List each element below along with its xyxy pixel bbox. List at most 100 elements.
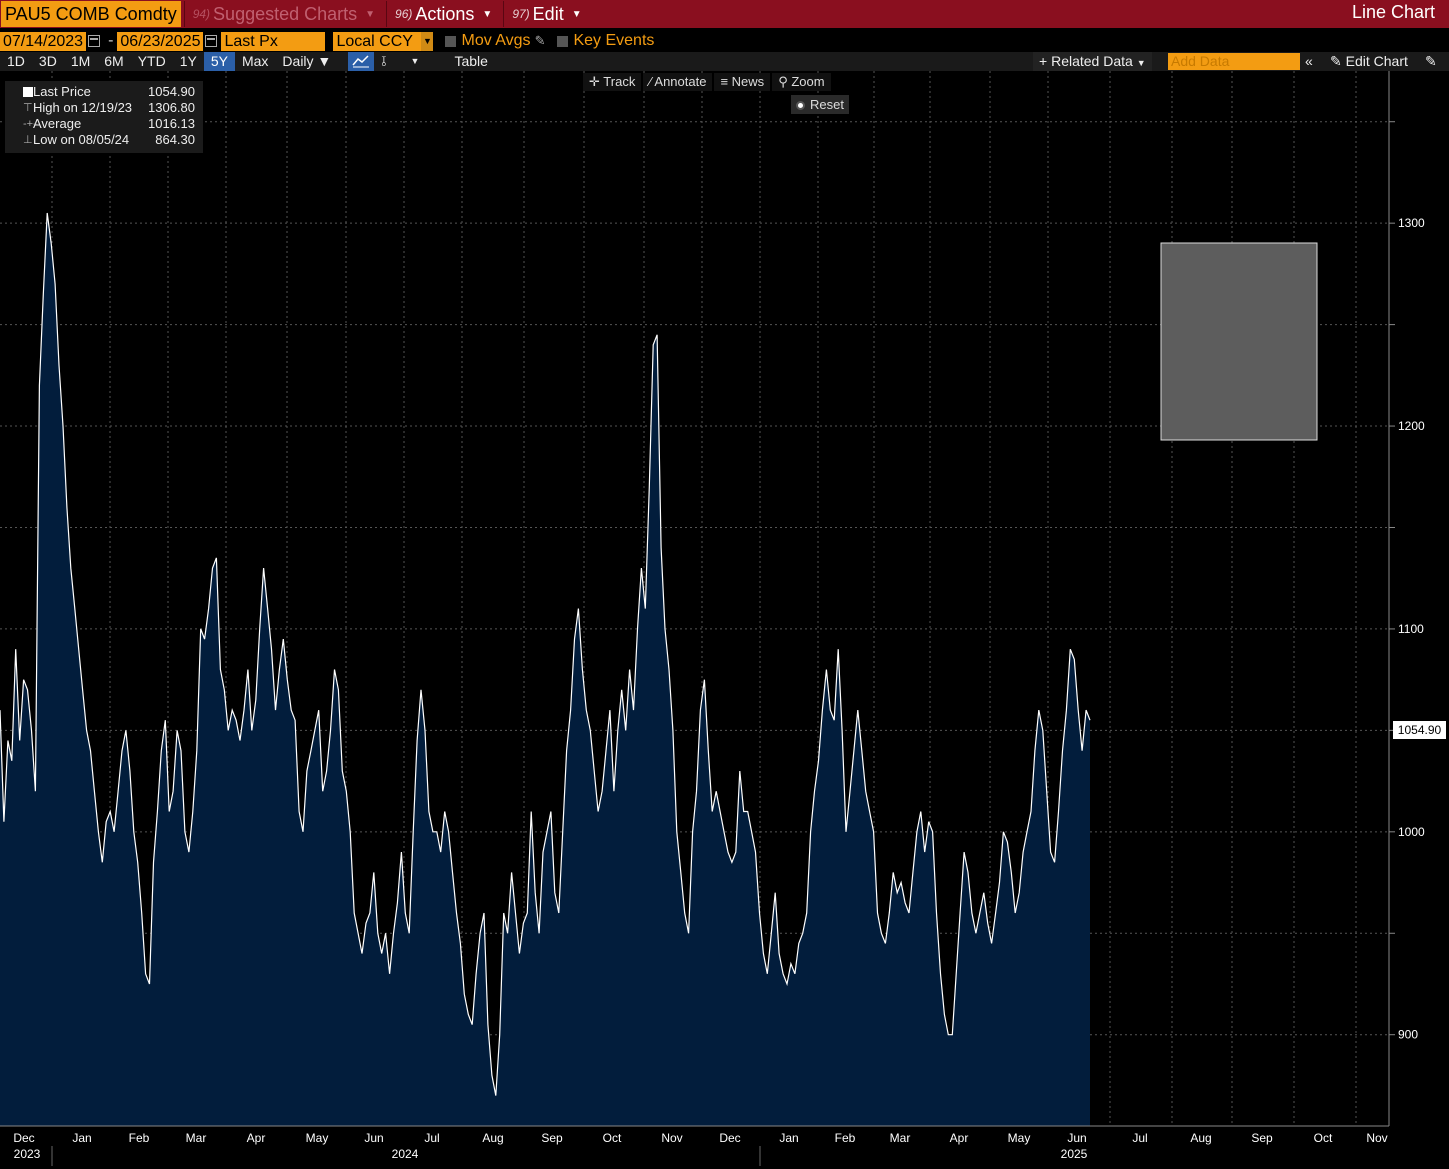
edit-button[interactable]: 97) Edit ▼: [503, 1, 589, 27]
bar-chart-type-icon[interactable]: ⫱: [374, 52, 393, 71]
chevron-down-icon: ▼: [571, 8, 582, 20]
x-month-label: Jun: [1067, 1131, 1086, 1145]
future-highlight-box: [1160, 242, 1318, 441]
calendar-icon[interactable]: [88, 35, 101, 47]
x-month-label: Oct: [603, 1131, 622, 1145]
x-year-label: 2023: [14, 1147, 41, 1161]
legend-row-high: ⊤ High on 12/19/23 1306.80: [5, 100, 203, 116]
view-title: Line Chart: [1351, 2, 1435, 22]
legend-last-value: 1054.90: [148, 84, 195, 99]
suggested-charts-button[interactable]: 94) Suggested Charts ▼: [183, 1, 383, 27]
news-button[interactable]: ≡ News: [714, 73, 771, 91]
x-month-label: Jan: [72, 1131, 91, 1145]
settings-bar: 07/14/2023 - 06/23/2025 Last Px Local CC…: [0, 31, 1449, 51]
currency-select[interactable]: Local CCY: [333, 31, 422, 51]
y-tick-label: 1000: [1398, 825, 1425, 839]
track-label: Track: [603, 74, 636, 89]
y-tick-label: 1100: [1398, 622, 1424, 636]
legend-avg-value: 1016.13: [148, 116, 195, 131]
range-button-ytd[interactable]: YTD: [131, 52, 173, 71]
x-month-label: Jan: [779, 1131, 798, 1145]
chevron-down-icon[interactable]: ▼: [421, 31, 434, 51]
frequency-label: Daily: [282, 53, 314, 69]
legend-low-label: Low on 08/05/24: [33, 132, 130, 147]
edit-chart-button[interactable]: ✎ Edit Chart: [1330, 52, 1408, 71]
y-tick-label: 1300: [1398, 216, 1425, 230]
price-chart[interactable]: 900 1000 1100 1200 1300 Dec Jan Feb Mar Apr May Ju…: [0, 71, 1449, 1169]
x-month-label: Sep: [541, 1131, 563, 1145]
calendar-icon[interactable]: [205, 35, 218, 47]
range-button-5y[interactable]: 5Y: [203, 52, 235, 71]
range-button-1d[interactable]: 1D: [0, 52, 32, 71]
related-data-button[interactable]: + Related Data ▼: [1033, 52, 1152, 71]
range-button-1y[interactable]: 1Y: [173, 52, 204, 71]
x-month-label: Feb: [129, 1131, 150, 1145]
legend-last-label: Last Price: [33, 84, 91, 99]
x-month-label: Dec: [719, 1131, 740, 1145]
ticker-field[interactable]: PAU5 COMB Comdty: [1, 1, 181, 27]
key-events-label: Key Events: [573, 32, 655, 49]
reset-button[interactable]: Reset: [791, 95, 849, 114]
actions-number: 96): [395, 7, 413, 21]
chevron-down-icon: ▼: [365, 8, 376, 20]
related-data-label: Related Data: [1051, 53, 1133, 69]
chart-settings-icon[interactable]: ✎: [1425, 52, 1437, 71]
legend-row-average: -+- Average 1016.13: [5, 116, 203, 132]
chevron-down-icon[interactable]: ▼: [404, 52, 427, 71]
add-data-input[interactable]: Add Data: [1168, 53, 1300, 70]
annotate-button[interactable]: ∕ Annotate: [643, 73, 713, 91]
range-buttons: 1D 3D 1M 6M YTD 1Y 5Y Max: [0, 52, 275, 71]
collapse-icon[interactable]: «: [1305, 52, 1313, 71]
edit-label: Edit: [532, 3, 564, 24]
x-month-label: Sep: [1251, 1131, 1273, 1145]
price-field-select[interactable]: Last Px: [221, 31, 326, 51]
actions-button[interactable]: 96) Actions ▼: [386, 1, 500, 27]
x-year-label: 2024: [392, 1147, 419, 1161]
range-button-3d[interactable]: 3D: [32, 52, 64, 71]
key-events-checkbox[interactable]: [557, 35, 569, 47]
range-button-1m[interactable]: 1M: [64, 52, 97, 71]
range-button-max[interactable]: Max: [235, 52, 275, 71]
range-button-6m[interactable]: 6M: [97, 52, 130, 71]
end-date-field[interactable]: 06/23/2025: [117, 31, 204, 51]
start-date-field[interactable]: 07/14/2023: [0, 31, 87, 51]
chevron-down-icon: ▼: [1136, 58, 1146, 68]
annotate-label: Annotate: [654, 74, 707, 89]
x-month-label: Aug: [1190, 1131, 1211, 1145]
date-separator: -: [108, 32, 114, 49]
legend-high-value: 1306.80: [148, 100, 195, 115]
chevron-down-icon: ▼: [482, 8, 493, 20]
x-month-label: Dec: [13, 1131, 34, 1145]
news-label: News: [731, 74, 765, 89]
average-marker-icon: -+-: [23, 118, 37, 130]
x-month-label: Oct: [1314, 1131, 1333, 1145]
edit-chart-label: Edit Chart: [1345, 53, 1408, 69]
frequency-select[interactable]: Daily ▼: [275, 52, 338, 71]
x-month-label: Feb: [835, 1131, 856, 1145]
crosshair-icon: ✛: [589, 74, 600, 89]
x-month-label: Nov: [661, 1131, 682, 1145]
pencil-icon[interactable]: ✎: [535, 33, 546, 49]
legend: Last Price 1054.90 ⊤ High on 12/19/23 130…: [5, 81, 203, 153]
range-bar: 1D 3D 1M 6M YTD 1Y 5Y Max Daily ▼ ⫱ ▼ Table + R…: [0, 52, 1449, 71]
x-month-label: Apr: [247, 1131, 266, 1145]
track-button[interactable]: ✛ Track: [583, 73, 642, 91]
legend-low-value: 864.30: [155, 132, 195, 147]
suggested-charts-label: Suggested Charts: [213, 3, 358, 24]
x-month-label: May: [1008, 1131, 1031, 1145]
legend-row-last: Last Price 1054.90: [5, 84, 203, 100]
low-marker-icon: ⊥: [23, 134, 33, 146]
price-area: [0, 213, 1090, 1126]
x-month-label: Jun: [364, 1131, 383, 1145]
x-axis: Dec Jan Feb Mar Apr May Jun Jul Aug Sep Oct Nov Dec J…: [0, 1125, 1389, 1166]
y-axis: 900 1000 1100 1200 1300: [1388, 71, 1425, 1126]
suggested-charts-number: 94): [192, 7, 211, 21]
line-chart-type-icon[interactable]: [348, 52, 375, 71]
mov-avgs-checkbox[interactable]: [445, 35, 457, 47]
reset-label: Reset: [810, 97, 844, 112]
table-button[interactable]: Table: [442, 52, 499, 71]
legend-high-label: High on 12/19/23: [33, 100, 133, 115]
x-month-label: Jul: [1132, 1131, 1147, 1145]
mov-avgs-label: Mov Avgs: [461, 32, 531, 49]
zoom-button[interactable]: ⚲ Zoom: [772, 73, 831, 91]
